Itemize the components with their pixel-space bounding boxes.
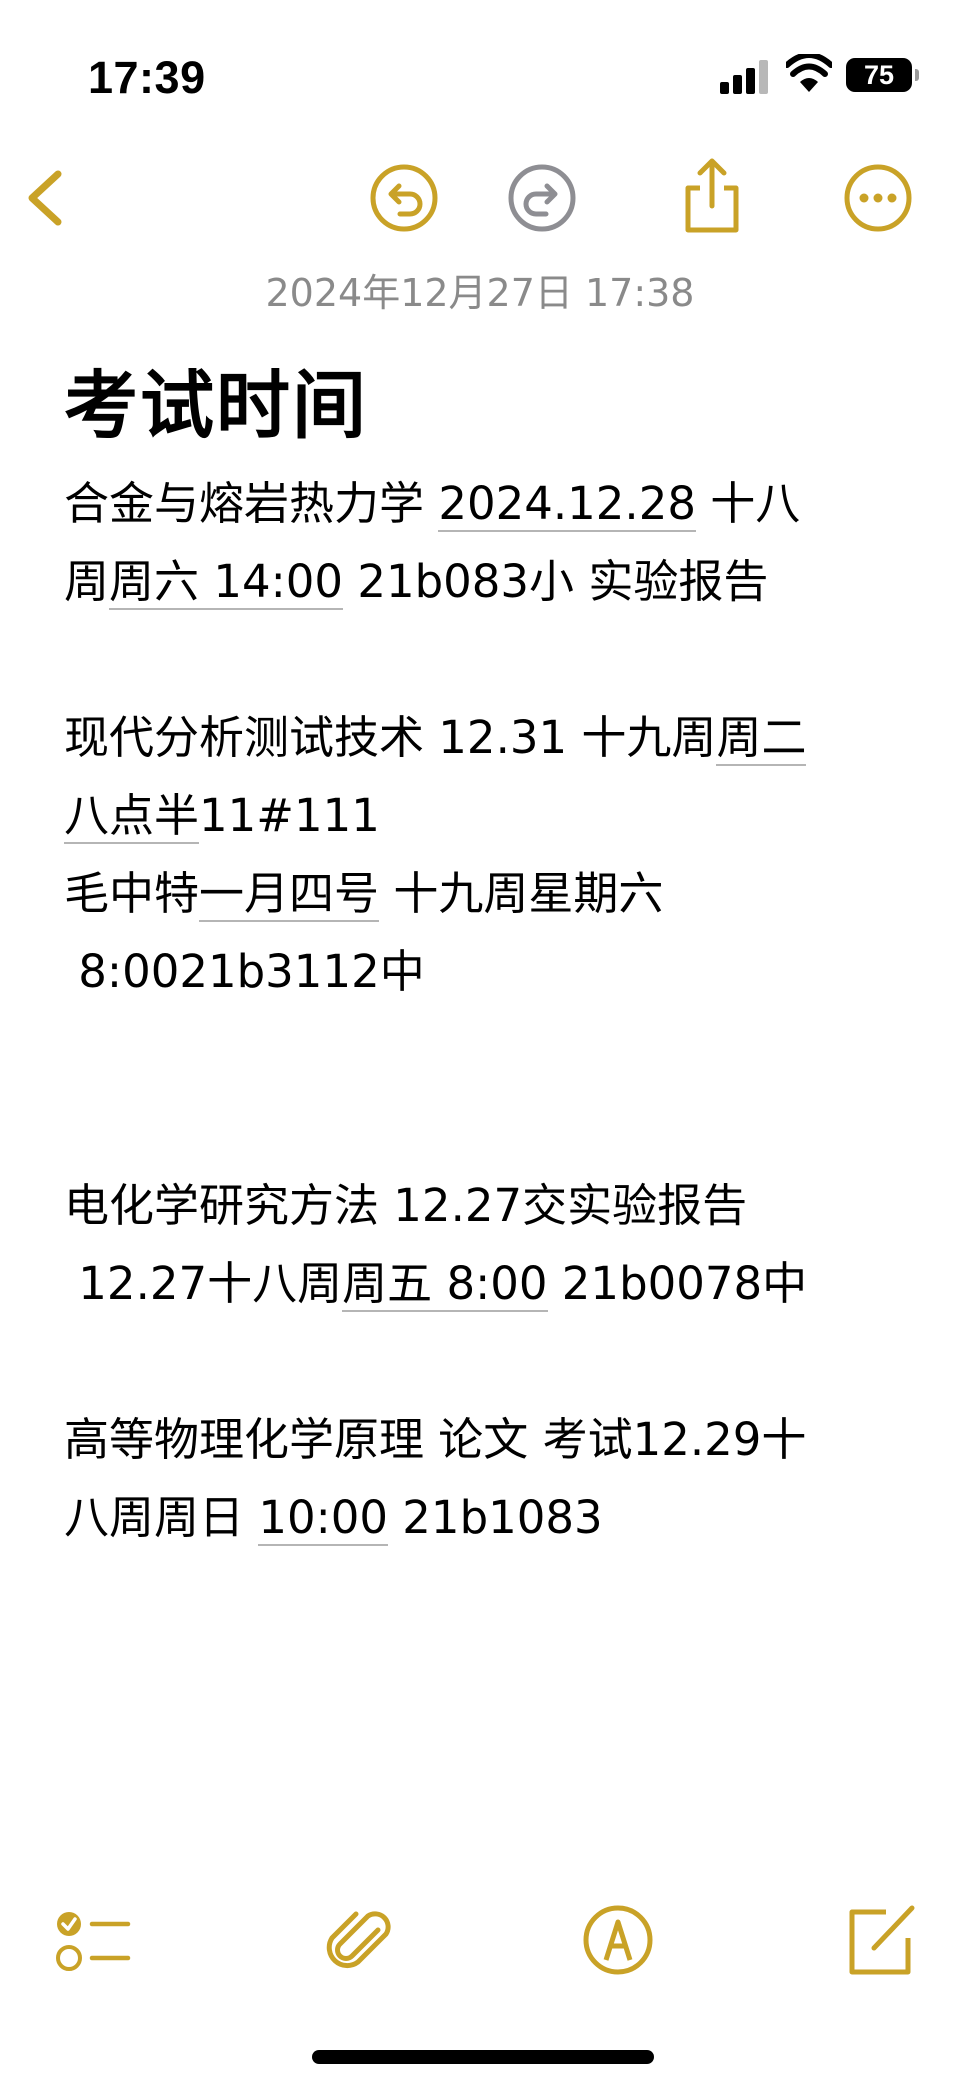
checklist-icon xyxy=(56,1912,131,1971)
note-line[interactable] xyxy=(64,1323,904,1401)
date-link[interactable]: 八点半 xyxy=(64,789,200,844)
redo-icon xyxy=(508,164,576,232)
date-link[interactable]: 10:00 xyxy=(258,1491,388,1546)
signal-icon xyxy=(720,60,768,94)
share-button[interactable] xyxy=(674,156,750,236)
battery-icon: 75 xyxy=(846,58,919,92)
note-text: 合金与熔岩热力学 xyxy=(64,477,439,530)
note-text: 高等物理化学原理 论文 考试12.29十 xyxy=(64,1413,807,1466)
attach-button[interactable] xyxy=(320,1900,400,1980)
note-text: 毛中特 xyxy=(64,867,200,920)
markup-button[interactable] xyxy=(578,1900,658,1980)
note-text: 十八 xyxy=(695,477,801,530)
date-link[interactable]: 周二 xyxy=(716,711,807,766)
chevron-left-icon xyxy=(28,170,62,226)
note-line[interactable] xyxy=(64,1011,904,1089)
markup-icon xyxy=(583,1905,653,1975)
note-line[interactable]: 合金与熔岩热力学 2024.12.28 十八 xyxy=(64,465,904,543)
note-line[interactable]: 毛中特一月四号 十九周星期六 xyxy=(64,855,904,933)
note-text: 八周周日 xyxy=(64,1491,259,1544)
home-indicator xyxy=(312,2050,654,2064)
note-line[interactable]: 周周六 14:00 21b083小 实验报告 xyxy=(64,543,904,621)
note-title[interactable]: 考试时间 xyxy=(64,346,368,453)
bottom-toolbar xyxy=(0,1900,960,2000)
undo-icon xyxy=(370,164,438,232)
status-bar: 17:39 75 xyxy=(0,0,960,150)
note-date: 2024年12月27日 17:38 xyxy=(265,271,695,315)
note-text: 21b1083 xyxy=(388,1491,603,1544)
note-text: 十九周星期六 xyxy=(379,867,664,920)
note-text: 11#111 xyxy=(199,789,380,842)
share-icon xyxy=(685,158,739,233)
date-link[interactable]: 周六 14:00 xyxy=(109,555,344,610)
note-line[interactable]: 现代分析测试技术 12.31 十九周周二 xyxy=(64,699,904,777)
note-line[interactable]: 高等物理化学原理 论文 考试12.29十 xyxy=(64,1401,904,1479)
compose-icon xyxy=(849,1905,915,1975)
date-link[interactable]: 周五 8:00 xyxy=(342,1257,548,1312)
note-text: 21b083小 实验报告 xyxy=(343,555,769,608)
note-text: 12.27十八周 xyxy=(64,1257,343,1310)
note-text: 现代分析测试技术 12.31 十九周 xyxy=(64,711,717,764)
note-toolbar xyxy=(0,150,960,250)
note-line[interactable]: 8:0021b3112中 xyxy=(64,933,904,1011)
note-line[interactable]: 八点半11#111 xyxy=(64,777,904,855)
status-time: 17:39 xyxy=(88,52,206,103)
note-line[interactable]: 电化学研究方法 12.27交实验报告 xyxy=(64,1167,904,1245)
note-line[interactable] xyxy=(64,621,904,699)
back-button[interactable] xyxy=(18,162,74,234)
note-line[interactable]: 12.27十八周周五 8:00 21b0078中 xyxy=(64,1245,904,1323)
undo-button[interactable] xyxy=(368,162,440,234)
note-text: 21b0078中 xyxy=(547,1257,808,1310)
note-text: 8:0021b3112中 xyxy=(64,945,425,998)
note-body[interactable]: 合金与熔岩热力学 2024.12.28 十八 周周六 14:00 21b083小 … xyxy=(64,465,904,1557)
date-link[interactable]: 2024.12.28 xyxy=(438,477,696,532)
paperclip-icon xyxy=(326,1911,391,1968)
redo-button[interactable] xyxy=(506,162,578,234)
checklist-button[interactable] xyxy=(52,1900,132,1980)
compose-button[interactable] xyxy=(842,1900,922,1980)
wifi-icon xyxy=(786,54,832,92)
note-text: 周 xyxy=(64,555,110,608)
note-text: 电化学研究方法 12.27交实验报告 xyxy=(64,1179,748,1232)
battery-level: 75 xyxy=(863,60,895,90)
more-icon xyxy=(844,164,912,232)
note-line[interactable]: 八周周日 10:00 21b1083 xyxy=(64,1479,904,1557)
note-line[interactable] xyxy=(64,1089,904,1167)
more-button[interactable] xyxy=(842,162,914,234)
date-link[interactable]: 一月四号 xyxy=(199,867,380,922)
